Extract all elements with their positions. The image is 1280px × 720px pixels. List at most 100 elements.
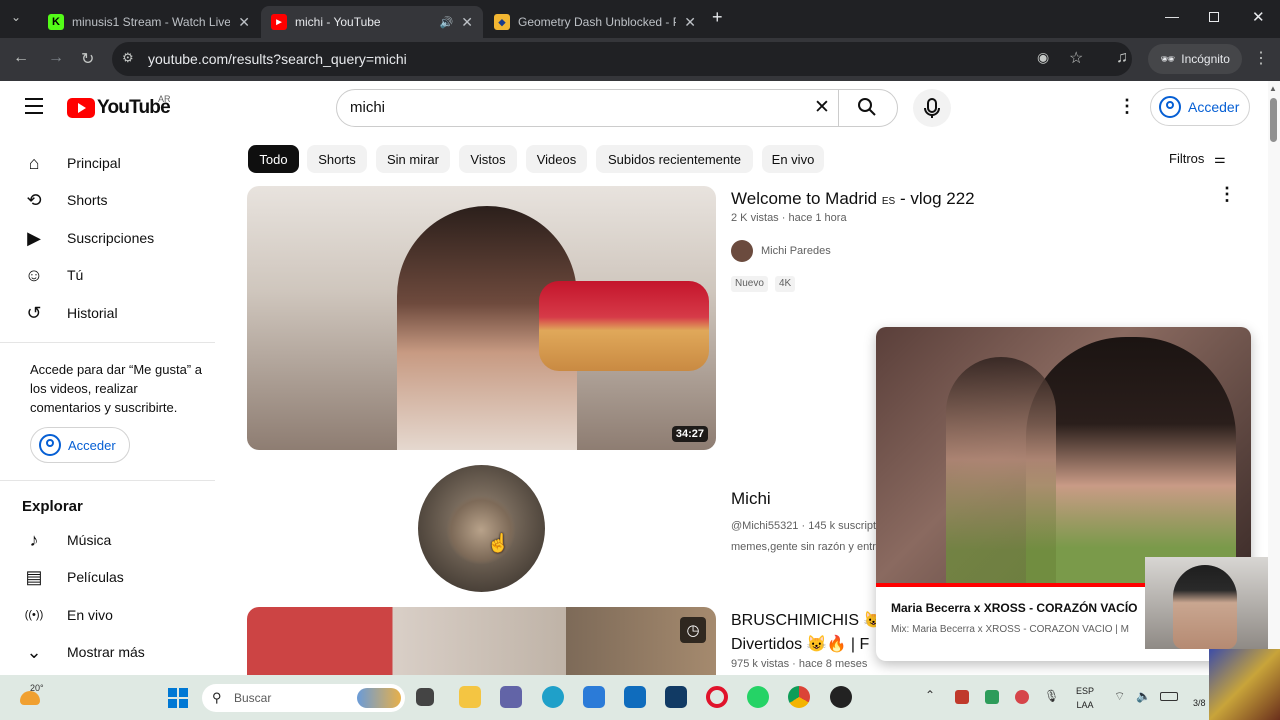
- tab-kick[interactable]: K minusis1 Stream - Watch Live o ✕: [38, 6, 260, 38]
- site-info-icon[interactable]: ⚙: [122, 50, 134, 66]
- chip-subidos-recientemente[interactable]: Subidos recientemente: [596, 145, 753, 173]
- wifi-icon[interactable]: ⌔: [1114, 689, 1125, 704]
- sidebar-item-tu[interactable]: ☺ Tú: [0, 256, 215, 294]
- incognito-indicator[interactable]: 🕶 Incógnito: [1148, 44, 1242, 74]
- tray-app-icon[interactable]: [955, 690, 969, 704]
- channel-result-name[interactable]: Michi: [731, 489, 771, 509]
- thumbnail-pastry-image: [539, 281, 709, 371]
- chip-vistos[interactable]: Vistos: [459, 145, 517, 173]
- sidebar-item-mostrar-mas[interactable]: ⌄ Mostrar más: [0, 633, 215, 671]
- tab-geometry-dash[interactable]: ◆ Geometry Dash Unblocked - Pl ✕: [484, 6, 706, 38]
- edge-icon[interactable]: [542, 686, 564, 708]
- chip-sin-mirar[interactable]: Sin mirar: [376, 145, 450, 173]
- browser-menu-icon[interactable]: ⋮: [1253, 48, 1269, 68]
- task-view-icon[interactable]: [416, 688, 434, 706]
- audio-playing-icon[interactable]: 🔊: [440, 16, 454, 29]
- badge-4k: 4K: [775, 276, 796, 292]
- whatsapp-icon[interactable]: [747, 686, 769, 708]
- page-scrollbar[interactable]: [1268, 81, 1280, 675]
- weather-icon[interactable]: [20, 691, 40, 705]
- sign-in-button[interactable]: Acceder: [1150, 88, 1250, 126]
- game-app-icon[interactable]: [830, 686, 852, 708]
- close-tab-icon[interactable]: ✕: [461, 14, 473, 31]
- back-icon[interactable]: ←: [13, 49, 29, 67]
- clear-search-icon[interactable]: ✕: [814, 96, 830, 119]
- sidebar-sign-in-button[interactable]: Acceder: [30, 427, 130, 463]
- mini-player-subtitle: Mix: Maria Becerra x XROSS - CORAZÓN VAC…: [891, 624, 1129, 635]
- video-thumbnail[interactable]: ◷: [247, 607, 716, 677]
- video-title[interactable]: BRUSCHIMICHIS 😺: [731, 610, 876, 630]
- taskbar-search[interactable]: ⚲ Buscar: [202, 684, 405, 712]
- battery-icon[interactable]: [1160, 692, 1178, 701]
- close-tab-icon[interactable]: ✕: [238, 14, 250, 31]
- minimize-icon[interactable]: —: [1165, 8, 1179, 24]
- channel-name[interactable]: Michi Paredes: [761, 245, 831, 257]
- forward-icon[interactable]: →: [48, 49, 64, 67]
- file-explorer-icon[interactable]: [459, 686, 481, 708]
- voice-search-button[interactable]: [913, 89, 951, 127]
- mini-player-progress[interactable]: [876, 583, 1146, 587]
- account-icon: [39, 434, 61, 456]
- chip-todo[interactable]: Todo: [248, 145, 299, 173]
- tab-title: minusis1 Stream - Watch Live o: [72, 15, 231, 29]
- bookmark-star-icon[interactable]: ☆: [1069, 48, 1083, 68]
- close-tab-icon[interactable]: ✕: [684, 14, 696, 31]
- filters-button[interactable]: Filtros ⚌: [1169, 151, 1226, 167]
- video-more-options-icon[interactable]: ⋮: [1218, 184, 1236, 205]
- tab-title: Geometry Dash Unblocked - Pl: [518, 15, 677, 29]
- sidebar-item-historial[interactable]: ↺ Historial: [0, 294, 215, 332]
- microphone-tray-icon[interactable]: 🎙: [1044, 689, 1059, 703]
- start-menu-icon[interactable]: [168, 688, 188, 708]
- sidebar-item-suscripciones[interactable]: ▶ Suscripciones: [0, 219, 215, 257]
- scroll-up-arrow-icon[interactable]: ▲: [1269, 84, 1277, 93]
- search-button[interactable]: [857, 97, 877, 117]
- outlook-icon[interactable]: [624, 686, 646, 708]
- video-title-line2[interactable]: Divertidos 😺🔥 | F: [731, 634, 876, 654]
- chrome-icon[interactable]: [788, 686, 810, 708]
- channel-avatar-large[interactable]: [418, 465, 545, 592]
- scrollbar-thumb[interactable]: [1270, 98, 1277, 142]
- tab-list-dropdown-icon[interactable]: ⌄: [11, 10, 21, 24]
- tray-app-icon[interactable]: [985, 690, 999, 704]
- disney-plus-icon[interactable]: [665, 686, 687, 708]
- restore-icon[interactable]: [1209, 12, 1219, 22]
- sidebar-item-principal[interactable]: ⌂ Principal: [0, 144, 215, 182]
- tray-app-icon[interactable]: [1015, 690, 1029, 704]
- reload-icon[interactable]: ↻: [81, 49, 94, 69]
- keyboard-language[interactable]: ESP LAA: [1076, 684, 1094, 712]
- opera-icon[interactable]: [706, 686, 728, 708]
- chip-en-vivo[interactable]: En vivo: [762, 145, 824, 173]
- search-input[interactable]: michi: [350, 99, 385, 116]
- sidebar-item-label: Tú: [67, 267, 84, 283]
- close-window-icon[interactable]: ✕: [1252, 8, 1265, 26]
- sidebar-item-peliculas[interactable]: ▤ Películas: [0, 558, 215, 596]
- tab-youtube[interactable]: ▶ michi - YouTube 🔊 ✕: [261, 6, 483, 38]
- mini-player-video[interactable]: [876, 327, 1251, 585]
- browser-toolbar: ← → ↻ ⚙ youtube.com/results?search_query…: [0, 38, 1280, 81]
- channel-avatar[interactable]: [731, 240, 753, 262]
- video-frame-person-2: [946, 357, 1056, 585]
- store-icon[interactable]: [583, 686, 605, 708]
- settings-menu-icon[interactable]: ⋮: [1118, 96, 1136, 117]
- tracking-protection-icon[interactable]: ◉: [1037, 49, 1049, 66]
- video-title[interactable]: Welcome to Madrid ES - vlog 222: [731, 189, 975, 209]
- sidebar-item-en-vivo[interactable]: ((•)) En vivo: [0, 596, 215, 634]
- language-code: ESP: [1076, 686, 1095, 696]
- incognito-label: Incógnito: [1181, 52, 1230, 66]
- hamburger-menu-icon[interactable]: [25, 98, 43, 114]
- taskbar-clock[interactable]: 3/8: [1193, 698, 1206, 708]
- new-tab-icon[interactable]: +: [712, 7, 723, 28]
- teams-icon[interactable]: [500, 686, 522, 708]
- chip-shorts[interactable]: Shorts: [307, 145, 367, 173]
- address-bar[interactable]: ⚙ youtube.com/results?search_query=michi…: [112, 42, 1132, 76]
- sidebar-item-musica[interactable]: ♪ Música: [0, 521, 215, 559]
- sidebar-item-shorts[interactable]: ⟲ Shorts: [0, 181, 215, 219]
- show-hidden-icons-icon[interactable]: ⌃: [925, 688, 935, 702]
- volume-icon[interactable]: 🔈: [1136, 689, 1151, 703]
- chip-videos[interactable]: Videos: [526, 145, 587, 173]
- video-thumbnail[interactable]: 34:27: [247, 186, 716, 450]
- watch-later-icon[interactable]: ◷: [680, 617, 706, 643]
- youtube-logo-icon[interactable]: [67, 98, 95, 118]
- chevron-down-icon: ⌄: [26, 641, 42, 662]
- media-controls-icon[interactable]: ♫: [1116, 49, 1128, 67]
